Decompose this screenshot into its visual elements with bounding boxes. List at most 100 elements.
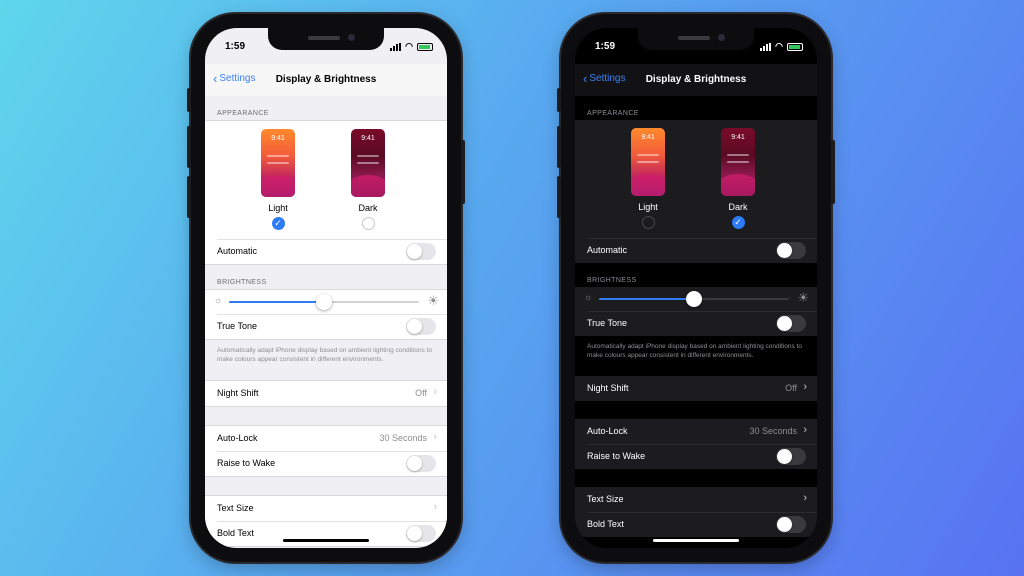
raise-to-wake-toggle[interactable] <box>406 455 436 472</box>
speaker-grille <box>308 36 340 40</box>
auto-lock-row[interactable]: Auto-Lock 30 Seconds › <box>575 419 817 444</box>
sun-small-icon: ☼ <box>584 292 593 302</box>
dark-mode-preview[interactable]: 9:41 <box>721 128 755 196</box>
night-shift-group: Night Shift Off › <box>575 376 817 401</box>
raise-to-wake-label: Raise to Wake <box>587 451 646 461</box>
night-shift-label: Night Shift <box>587 383 629 393</box>
true-tone-row: True Tone <box>575 311 817 336</box>
raise-to-wake-label: Raise to Wake <box>217 458 276 468</box>
battery-icon <box>417 42 433 51</box>
sun-large-icon: ☀ <box>427 293 439 308</box>
true-tone-toggle[interactable] <box>406 318 436 335</box>
automatic-row: Automatic <box>575 238 817 263</box>
appearance-picker: 9:41 Light 9:41 Dark <box>575 120 817 238</box>
bold-text-toggle[interactable] <box>406 525 436 542</box>
ring-switch <box>557 88 561 112</box>
volume-up-button <box>557 126 561 168</box>
appearance-picker: 9:41 Light 9:41 Dark <box>205 121 447 239</box>
text-size-label: Text Size <box>217 503 254 513</box>
lock-group: Auto-Lock 30 Seconds › Raise to Wake <box>205 425 447 477</box>
brightness-knob[interactable] <box>316 294 332 310</box>
navigation-bar: ‹ Settings Display & Brightness <box>205 64 447 96</box>
page-title: Display & Brightness <box>645 74 747 85</box>
raise-to-wake-toggle[interactable] <box>776 448 806 465</box>
light-radio[interactable] <box>641 216 655 229</box>
side-button <box>461 140 465 204</box>
home-indicator[interactable] <box>283 539 369 542</box>
preview-time: 9:41 <box>361 135 375 142</box>
brightness-slider-row: ☼ ☀ <box>205 290 447 314</box>
true-tone-label: True Tone <box>217 321 258 331</box>
true-tone-description: Automatically adapt iPhone display based… <box>217 347 432 363</box>
text-size-row[interactable]: Text Size › <box>575 487 817 512</box>
auto-lock-value: 30 Seconds <box>749 426 797 436</box>
appearance-header: APPEARANCE <box>587 110 639 117</box>
appearance-option-light[interactable]: 9:41 Light <box>260 129 296 230</box>
ring-switch <box>187 88 191 112</box>
preview-time: 9:41 <box>271 135 285 142</box>
brightness-knob[interactable] <box>686 291 702 307</box>
auto-lock-row[interactable]: Auto-Lock 30 Seconds › <box>205 426 447 451</box>
status-time: 1:59 <box>225 41 246 52</box>
appearance-group: 9:41 Light 9:41 Dark <box>205 120 447 265</box>
bold-text-row: Bold Text <box>575 512 817 537</box>
settings-list: APPEARANCE 9:41 Light 9:41 <box>575 96 817 548</box>
auto-lock-label: Auto-Lock <box>587 426 628 436</box>
brightness-slider[interactable] <box>599 291 789 307</box>
appearance-option-dark[interactable]: 9:41 Dark <box>350 129 386 230</box>
light-radio[interactable] <box>271 217 285 230</box>
appearance-option-dark[interactable]: 9:41 Dark <box>720 128 756 229</box>
home-indicator[interactable] <box>653 539 739 542</box>
brightness-group: ☼ ☀ True Tone <box>205 289 447 340</box>
side-button <box>831 140 835 204</box>
night-shift-row[interactable]: Night Shift Off › <box>575 376 817 401</box>
dark-radio[interactable] <box>731 216 745 229</box>
appearance-option-label: Light <box>268 203 288 213</box>
bold-text-row: Bold Text <box>205 521 447 546</box>
bold-text-label: Bold Text <box>587 519 624 529</box>
chevron-right-icon: › <box>433 501 437 513</box>
true-tone-toggle[interactable] <box>776 315 806 332</box>
night-shift-row[interactable]: Night Shift Off › <box>205 381 447 406</box>
appearance-option-light[interactable]: 9:41 Light <box>630 128 666 229</box>
raise-to-wake-row: Raise to Wake <box>205 451 447 476</box>
sun-small-icon: ☼ <box>214 295 223 305</box>
iphone-dark-mode: 1:59 ◠ ‹ Settings Display & Brightness A… <box>557 14 835 562</box>
chevron-right-icon: › <box>803 492 807 504</box>
auto-lock-label: Auto-Lock <box>217 433 258 443</box>
iphone-light-mode: 1:59 ◠ ‹ Settings Display & Brightness A… <box>187 14 465 562</box>
brightness-header: BRIGHTNESS <box>217 279 267 286</box>
raise-to-wake-row: Raise to Wake <box>575 444 817 469</box>
brightness-slider[interactable] <box>229 294 419 310</box>
night-shift-value: Off <box>785 383 797 393</box>
true-tone-description: Automatically adapt iPhone display based… <box>587 343 802 359</box>
brightness-slider-row: ☼ ☀ <box>575 287 817 311</box>
light-mode-preview[interactable]: 9:41 <box>261 129 295 197</box>
night-shift-label: Night Shift <box>217 388 259 398</box>
front-camera <box>718 34 725 41</box>
wifi-icon: ◠ <box>775 41 783 51</box>
true-tone-label: True Tone <box>587 318 628 328</box>
automatic-label: Automatic <box>587 245 628 255</box>
battery-icon <box>787 42 803 51</box>
phone-screen: 1:59 ◠ ‹ Settings Display & Brightness A… <box>205 28 447 548</box>
dark-mode-preview[interactable]: 9:41 <box>351 129 385 197</box>
dark-radio[interactable] <box>361 217 375 230</box>
volume-up-button <box>187 126 191 168</box>
night-shift-value: Off <box>415 388 427 398</box>
phone-screen: 1:59 ◠ ‹ Settings Display & Brightness A… <box>575 28 817 548</box>
true-tone-row: True Tone <box>205 314 447 339</box>
navigation-bar: ‹ Settings Display & Brightness <box>575 64 817 96</box>
chevron-right-icon: › <box>803 381 807 393</box>
volume-down-button <box>557 176 561 218</box>
light-mode-preview[interactable]: 9:41 <box>631 128 665 196</box>
chevron-right-icon: › <box>803 424 807 436</box>
automatic-toggle[interactable] <box>406 243 436 260</box>
text-size-row[interactable]: Text Size › <box>205 496 447 521</box>
preview-time: 9:41 <box>731 134 745 141</box>
automatic-toggle[interactable] <box>776 242 806 259</box>
bold-text-toggle[interactable] <box>776 516 806 533</box>
brightness-fill <box>229 301 324 303</box>
text-size-label: Text Size <box>587 494 624 504</box>
appearance-option-label: Dark <box>728 202 748 212</box>
